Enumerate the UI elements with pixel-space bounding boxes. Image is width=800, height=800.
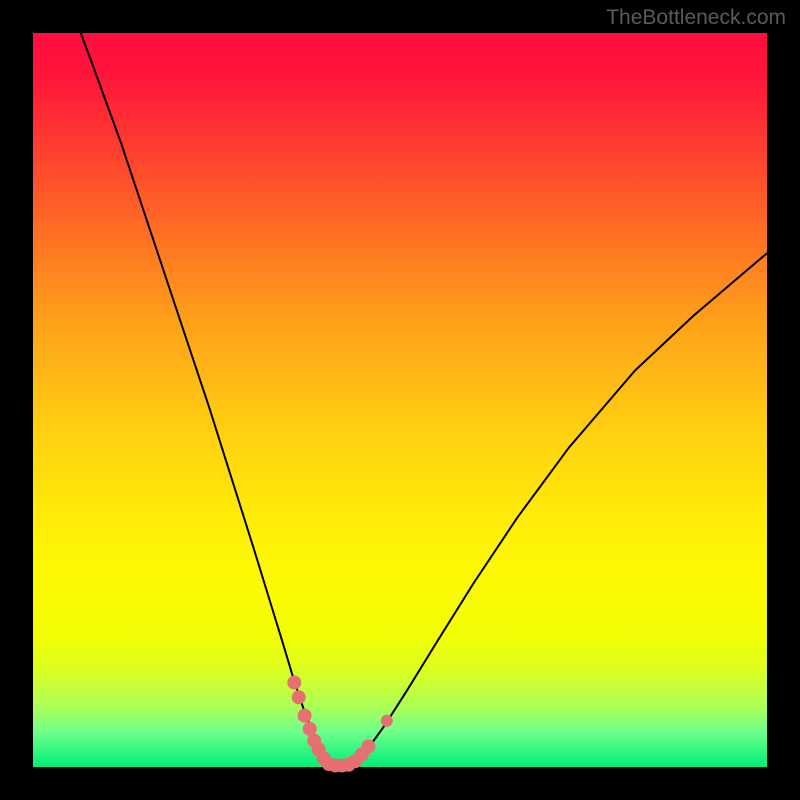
watermark-label: TheBottleneck.com — [606, 6, 786, 30]
plot-gradient — [33, 33, 767, 767]
